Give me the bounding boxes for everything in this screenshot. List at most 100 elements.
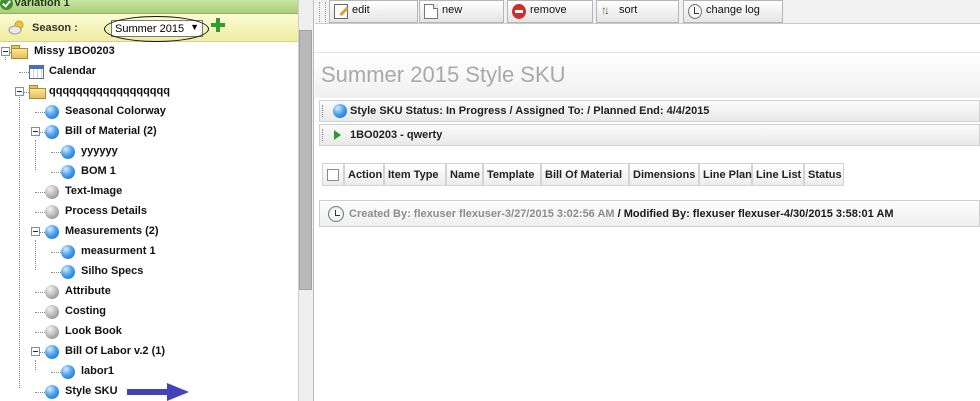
- column-header[interactable]: Action: [344, 163, 384, 186]
- change-log-button[interactable]: change log: [683, 0, 783, 23]
- blue-node-icon: [45, 125, 59, 139]
- highlight-circle-annotation: [104, 16, 209, 42]
- select-all-checkbox[interactable]: [327, 169, 339, 181]
- tree-node[interactable]: labor1: [0, 362, 298, 382]
- tree-node-label: Look Book: [65, 325, 122, 337]
- tree-node-label: Missy 1BO0203: [34, 45, 115, 57]
- tree-node[interactable]: Seasonal Colorway: [0, 102, 298, 122]
- gray-node-icon: [45, 325, 59, 339]
- remove-button[interactable]: remove: [507, 0, 593, 23]
- tree-guide-line: [51, 372, 61, 373]
- tree-node[interactable]: Measurements (2): [0, 222, 298, 242]
- gray-node-icon: [45, 185, 59, 199]
- tree-guide-line: [35, 192, 45, 193]
- column-header[interactable]: Item Type: [384, 163, 446, 186]
- column-header[interactable]: Status: [804, 163, 844, 186]
- tree-node[interactable]: measurment 1: [0, 242, 298, 262]
- season-label: Season :: [32, 22, 78, 34]
- section-grip: [322, 105, 325, 117]
- change-log-icon: [688, 4, 702, 19]
- new-label: new: [442, 4, 463, 16]
- tree-node-label: Process Details: [65, 205, 147, 217]
- page-title: Summer 2015 Style SKU: [321, 62, 566, 87]
- select-all-cell: [322, 163, 344, 186]
- column-header[interactable]: Dimensions: [629, 163, 699, 186]
- section-grip: [322, 129, 325, 141]
- tree-node-label: Silho Specs: [81, 265, 144, 277]
- style-sku-status-header[interactable]: Style SKU Status: In Progress / Assigned…: [319, 100, 980, 122]
- scrollbar-thumb[interactable]: [299, 30, 312, 290]
- new-button[interactable]: new: [419, 0, 504, 23]
- collapse-toggle-icon[interactable]: [31, 227, 40, 236]
- collapse-toggle-icon[interactable]: [15, 87, 24, 96]
- pointer-arrow-annotation: [127, 383, 189, 401]
- new-document-icon: [424, 4, 438, 19]
- tree-guide-line: [51, 272, 61, 273]
- content-panel: edit new remove sort change log Summer 2…: [315, 0, 980, 401]
- column-header-label: Status: [808, 169, 842, 181]
- clock-icon: [328, 206, 344, 222]
- remove-icon: [512, 4, 526, 19]
- modified-by-text: Modified By: flexuser flexuser-4/30/2015…: [623, 208, 894, 220]
- sort-label: sort: [619, 4, 638, 16]
- blue-node-icon: [45, 105, 59, 119]
- edit-icon: [334, 4, 348, 19]
- tree-node-label: Bill of Material (2): [65, 125, 157, 137]
- collapse-toggle-icon[interactable]: [31, 347, 40, 356]
- tree-node[interactable]: Costing: [0, 302, 298, 322]
- variation-label: Variation 1: [14, 0, 70, 9]
- tree-node-label: Text-Image: [65, 185, 123, 197]
- collapse-toggle-icon[interactable]: [31, 127, 40, 136]
- column-header[interactable]: Line Plan: [699, 163, 752, 186]
- tree-node[interactable]: BOM 1: [0, 162, 298, 182]
- tree-node[interactable]: Process Details: [0, 202, 298, 222]
- column-header-label: Name: [450, 169, 480, 181]
- column-header[interactable]: Bill Of Material: [541, 163, 629, 186]
- sort-icon: [601, 3, 615, 19]
- column-header[interactable]: Name: [446, 163, 483, 186]
- tree-node-label: Costing: [65, 305, 106, 317]
- status-header-text: Style SKU Status: In Progress / Assigned…: [350, 105, 710, 117]
- sort-button[interactable]: sort: [596, 0, 679, 23]
- tree-node[interactable]: Attribute: [0, 282, 298, 302]
- tree-guide-line: [51, 152, 61, 153]
- column-header-label: Line List: [756, 169, 802, 181]
- tree-node[interactable]: Bill Of Labor v.2 (1): [0, 342, 298, 362]
- tree-guide-line: [35, 212, 45, 213]
- gray-node-icon: [45, 285, 59, 299]
- tree-node-label: Seasonal Colorway: [65, 105, 166, 117]
- variation-header[interactable]: Variation 1: [0, 0, 298, 14]
- audit-separator: /: [614, 208, 624, 220]
- tree-node[interactable]: qqqqqqqqqqqqqqqqqq: [0, 82, 298, 102]
- collapse-toggle-icon[interactable]: [1, 47, 10, 56]
- navigation-panel: Variation 1 Season : Summer 2015 ▼ Missy…: [0, 0, 314, 401]
- blue-node-icon: [45, 385, 59, 399]
- folder-icon: [11, 45, 28, 59]
- tree-guide-line: [35, 312, 45, 313]
- sku-subheader[interactable]: 1BO0203 - qwerty: [319, 124, 980, 146]
- tree-guide-line: [35, 292, 45, 293]
- tree-node[interactable]: Text-Image: [0, 182, 298, 202]
- tree-node-label: Attribute: [65, 285, 111, 297]
- toolbar-grip: [319, 2, 326, 22]
- audit-text: Created By: flexuser flexuser-3/27/2015 …: [349, 208, 894, 220]
- column-header[interactable]: Template: [483, 163, 541, 186]
- tree-node-label: qqqqqqqqqqqqqqqqqq: [49, 85, 170, 97]
- calendar-icon: [29, 65, 44, 79]
- column-header-label: Bill Of Material: [545, 169, 623, 181]
- blue-node-icon: [45, 225, 59, 239]
- tree-node[interactable]: Missy 1BO0203: [0, 42, 298, 62]
- tree-node[interactable]: Silho Specs: [0, 262, 298, 282]
- edit-button[interactable]: edit: [329, 0, 418, 23]
- tree-guide-line: [51, 252, 61, 253]
- add-season-icon[interactable]: [211, 18, 225, 32]
- expand-triangle-icon[interactable]: [334, 130, 341, 140]
- tree-node[interactable]: Calendar: [0, 62, 298, 82]
- tree-node[interactable]: Look Book: [0, 322, 298, 342]
- tree-node-label: yyyyyy: [81, 145, 118, 157]
- product-tree: Missy 1BO0203 Calendar qqqqqqqqqqqqqqqqqq S…: [0, 42, 298, 401]
- tree-node[interactable]: yyyyyy: [0, 142, 298, 162]
- tree-node[interactable]: Bill of Material (2): [0, 122, 298, 142]
- column-header[interactable]: Line List: [752, 163, 804, 186]
- column-header-label: Item Type: [388, 169, 439, 181]
